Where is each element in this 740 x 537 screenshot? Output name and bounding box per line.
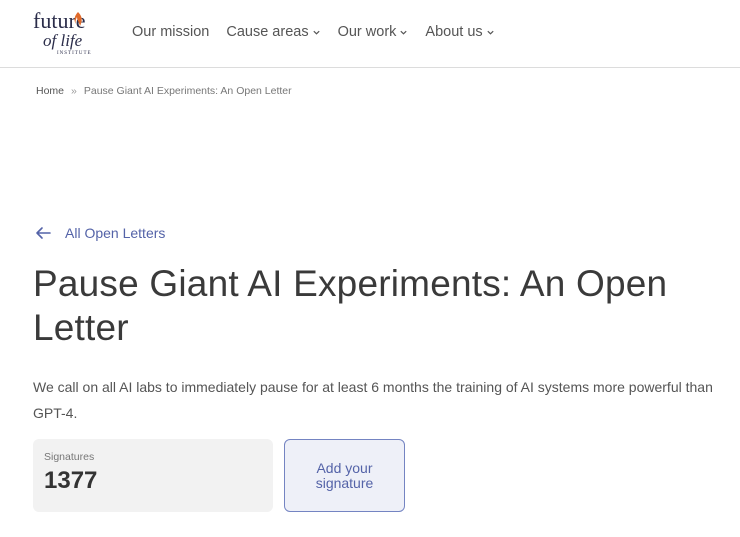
arrow-left-icon	[36, 227, 51, 239]
nav-cause-areas[interactable]: Cause areas	[226, 24, 320, 40]
nav-label: Our mission	[132, 24, 210, 40]
nav-label: Cause areas	[226, 24, 309, 40]
breadcrumb-separator: »	[71, 85, 77, 97]
all-open-letters-link[interactable]: All Open Letters	[35, 225, 165, 241]
logo-text-future: future	[33, 8, 86, 33]
signatures-panel: Signatures 1377	[33, 439, 273, 512]
chevron-down-icon	[487, 30, 494, 35]
chevron-down-icon	[400, 30, 408, 35]
nav-label: About us	[425, 24, 483, 40]
page-title: Pause Giant AI Experiments: An Open Lett…	[33, 263, 668, 348]
nav-about-us[interactable]: About us	[425, 24, 494, 40]
back-link-label: All Open Letters	[65, 225, 166, 241]
breadcrumb: Home » Pause Giant AI Experiments: An Op…	[36, 85, 292, 97]
nav-our-mission[interactable]: Our mission	[132, 24, 209, 40]
fli-logo[interactable]: future of life INSTITUTE	[33, 8, 103, 58]
nav-our-work[interactable]: Our work	[338, 24, 409, 40]
breadcrumb-current: Pause Giant AI Experiments: An Open Lett…	[83, 85, 292, 97]
chevron-down-icon	[312, 30, 320, 35]
add-signature-button[interactable]: Add your signature	[284, 439, 405, 512]
signatures-label: Signatures	[44, 451, 95, 463]
nav-label: Our work	[337, 24, 397, 40]
signatures-count: 1377	[44, 467, 98, 494]
logo-text-institute: INSTITUTE	[57, 51, 92, 56]
site-header: future of life INSTITUTE Our mission Cau…	[0, 0, 740, 68]
logo-text-of-life: of life	[43, 31, 83, 50]
main-nav: Our mission Cause areas Our work About u…	[132, 24, 512, 40]
lead-paragraph: We call on all AI labs to immediately pa…	[33, 379, 713, 421]
breadcrumb-home[interactable]: Home	[36, 85, 64, 97]
